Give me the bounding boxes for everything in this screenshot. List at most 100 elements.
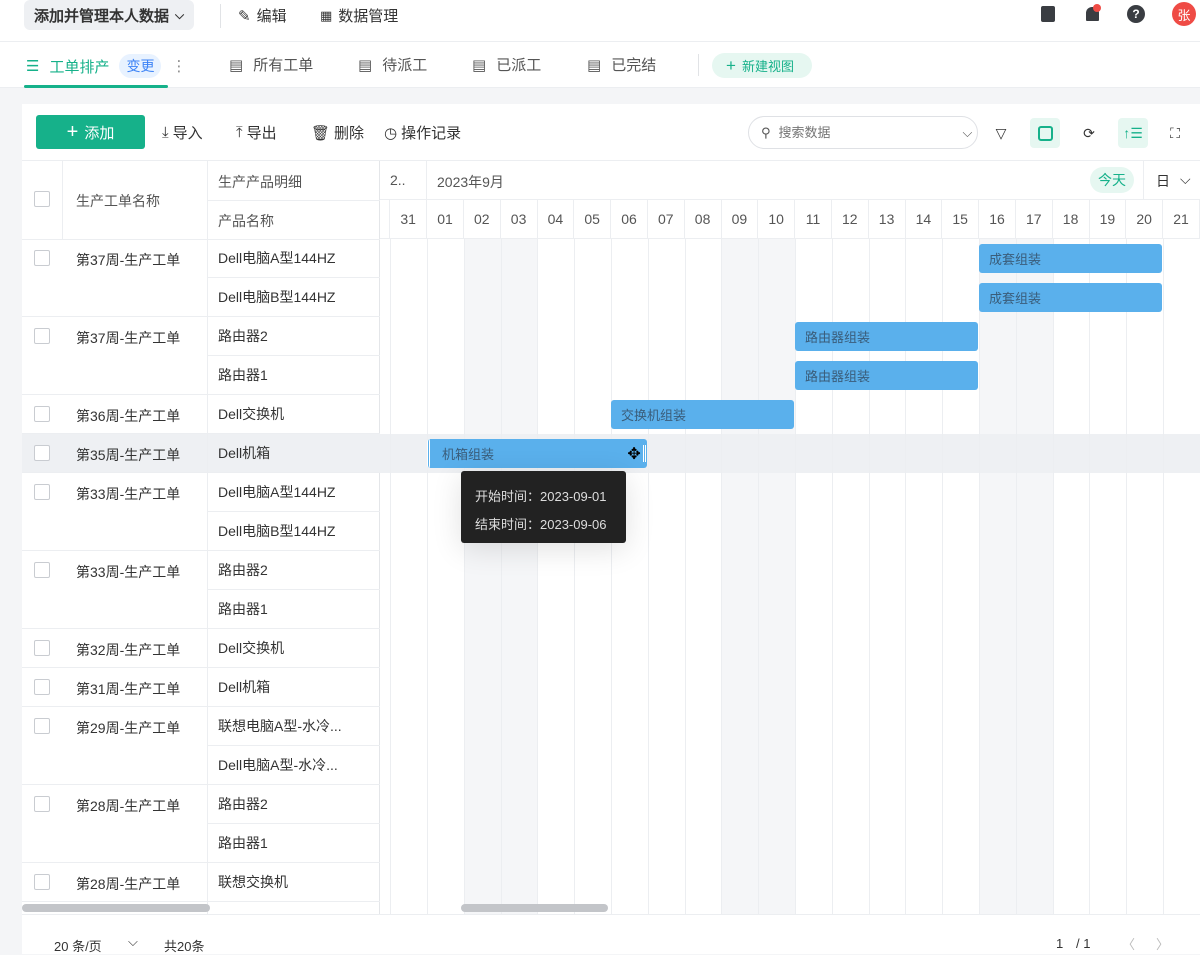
task-bar[interactable]: 机箱组装✥ — [427, 439, 647, 468]
day-header: 06 — [611, 200, 648, 239]
product-cell[interactable]: 路由器1 — [208, 590, 380, 629]
table-scrollbar[interactable] — [22, 904, 210, 912]
edit-button[interactable]: ✎编辑 — [238, 5, 287, 26]
total-count: 共20条 — [164, 936, 204, 955]
main-panel: +添加 ⤓导入 ⤒导出 🗑删除 ◷操作记录 ⚲⌵ ▽ ⟳ ↑☰ ⛶ 303101… — [22, 104, 1200, 954]
product-cell[interactable]: Dell电脑B型144HZ — [208, 278, 380, 317]
row-checkbox[interactable] — [34, 250, 50, 266]
row-checkbox[interactable] — [34, 445, 50, 461]
import-button[interactable]: ⤓导入 — [162, 122, 203, 143]
trash-icon: 🗑 — [311, 124, 330, 142]
bell-icon[interactable] — [1082, 4, 1102, 24]
table-row[interactable]: 第32周-生产工单 — [22, 629, 207, 668]
task-bar[interactable]: 成套组装 — [979, 283, 1162, 312]
row-checkbox[interactable] — [34, 406, 50, 422]
task-label: 交换机组装 — [621, 405, 686, 424]
row-checkbox[interactable] — [34, 484, 50, 500]
avatar[interactable]: 张 — [1172, 2, 1196, 26]
table-row[interactable]: 第33周-生产工单 — [22, 473, 207, 551]
table-row[interactable]: 第29周-生产工单 — [22, 707, 207, 785]
search-input[interactable] — [779, 125, 955, 140]
data-table: 生产工单名称 生产产品明细 产品名称 第37周-生产工单Dell电脑A型144H… — [22, 161, 380, 914]
select-all-checkbox[interactable] — [34, 191, 50, 207]
row-checkbox[interactable] — [34, 328, 50, 344]
product-cell[interactable]: 路由器2 — [208, 551, 380, 590]
day-header: 13 — [869, 200, 906, 239]
notebook-icon[interactable] — [1038, 4, 1058, 24]
product-cell[interactable]: 路由器2 — [208, 317, 380, 356]
refresh-icon[interactable]: ⟳ — [1074, 118, 1104, 148]
row-checkbox[interactable] — [34, 562, 50, 578]
task-bar[interactable]: 成套组装 — [979, 244, 1162, 273]
product-cell[interactable]: Dell电脑A型144HZ — [208, 473, 380, 512]
product-cell[interactable]: 路由器2 — [208, 785, 380, 824]
row-checkbox[interactable] — [34, 874, 50, 890]
product-cell[interactable]: 联想电脑A型-水冷... — [208, 707, 380, 746]
filter-icon[interactable]: ▽ — [986, 118, 1016, 148]
row-checkbox[interactable] — [34, 679, 50, 695]
gantt-scrollbar[interactable] — [461, 904, 608, 912]
view-settings-icon[interactable] — [1030, 118, 1060, 148]
export-button[interactable]: ⤒导出 — [236, 122, 277, 143]
tab-dispatched[interactable]: ▤已派工 — [472, 54, 541, 75]
product-cell[interactable]: Dell电脑B型144HZ — [208, 512, 380, 551]
help-icon[interactable]: ? — [1126, 4, 1146, 24]
grid-line — [758, 239, 759, 914]
weekend-column — [501, 239, 538, 914]
prev-page-icon[interactable]: 〈 — [1122, 934, 1135, 953]
row-checkbox[interactable] — [34, 796, 50, 812]
task-bar[interactable]: 路由器组装 — [795, 322, 978, 351]
sort-icon[interactable]: ↑☰ — [1118, 118, 1148, 148]
new-view-label: 新建视图 — [742, 56, 794, 75]
fullscreen-icon[interactable]: ⛶ — [1160, 118, 1190, 148]
resize-handle[interactable] — [643, 445, 646, 462]
product-cell[interactable]: Dell交换机 — [208, 629, 380, 668]
new-view-button[interactable]: +新建视图 — [712, 53, 812, 78]
chevron-down-icon[interactable]: ⌵ — [963, 125, 973, 141]
task-bar[interactable]: 路由器组装 — [795, 361, 978, 390]
row-checkbox[interactable] — [34, 718, 50, 734]
table-row[interactable]: 第37周-生产工单 — [22, 239, 207, 317]
table-icon: ▤ — [472, 56, 486, 74]
delete-button[interactable]: 🗑删除 — [311, 122, 364, 143]
page-size-select[interactable]: 20 条/页 — [54, 936, 102, 955]
table-row[interactable]: 第36周-生产工单 — [22, 395, 207, 434]
table-row[interactable]: 第28周-生产工单 — [22, 863, 207, 902]
tab-all-orders[interactable]: ▤所有工单 — [229, 54, 313, 75]
day-header: 07 — [648, 200, 685, 239]
product-cell[interactable]: Dell电脑A型-水冷... — [208, 746, 380, 785]
table-row[interactable]: 第33周-生产工单 — [22, 551, 207, 629]
product-cell[interactable]: 路由器1 — [208, 824, 380, 863]
tab-schedule[interactable]: ☰工单排产变更⋮ — [26, 54, 186, 78]
product-cell[interactable]: Dell交换机 — [208, 395, 380, 434]
order-name: 第37周-生产工单 — [76, 250, 180, 270]
product-cell[interactable]: 路由器1 — [208, 356, 380, 395]
table-row[interactable]: 第31周-生产工单 — [22, 668, 207, 707]
day-header: 03 — [501, 200, 538, 239]
table-row[interactable]: 第35周-生产工单 — [22, 434, 207, 473]
product-cell[interactable]: Dell电脑A型144HZ — [208, 239, 380, 278]
today-button[interactable]: 今天 — [1090, 167, 1134, 193]
next-page-icon[interactable]: 〉 — [1156, 934, 1169, 953]
current-page[interactable]: 1 — [1056, 936, 1063, 951]
app-selector[interactable]: 添加并管理本人数据⌵ — [24, 0, 194, 30]
table-row[interactable]: 第37周-生产工单 — [22, 317, 207, 395]
add-button[interactable]: +添加 — [36, 115, 145, 149]
table-row[interactable]: 第28周-生产工单 — [22, 785, 207, 863]
grid-line — [1089, 239, 1090, 914]
product-cell[interactable]: 联想交换机 — [208, 863, 380, 902]
row-checkbox[interactable] — [34, 640, 50, 656]
search-box[interactable]: ⚲⌵ — [748, 116, 978, 149]
task-bar[interactable]: 交换机组装 — [611, 400, 794, 429]
weekend-column — [464, 239, 501, 914]
chevron-down-icon[interactable]: ⌵ — [128, 934, 138, 950]
history-button[interactable]: ◷操作记录 — [384, 122, 461, 143]
product-cell[interactable]: Dell机箱 — [208, 434, 380, 473]
column-header-detail: 生产产品明细 — [218, 172, 302, 192]
tab-pending[interactable]: ▤待派工 — [358, 54, 427, 75]
more-icon[interactable]: ⋮ — [171, 57, 186, 75]
data-manage-button[interactable]: ▦数据管理 — [320, 5, 398, 26]
tab-completed[interactable]: ▤已完结 — [587, 54, 656, 75]
scale-select[interactable]: 日⌵ — [1156, 171, 1191, 191]
product-cell[interactable]: Dell机箱 — [208, 668, 380, 707]
